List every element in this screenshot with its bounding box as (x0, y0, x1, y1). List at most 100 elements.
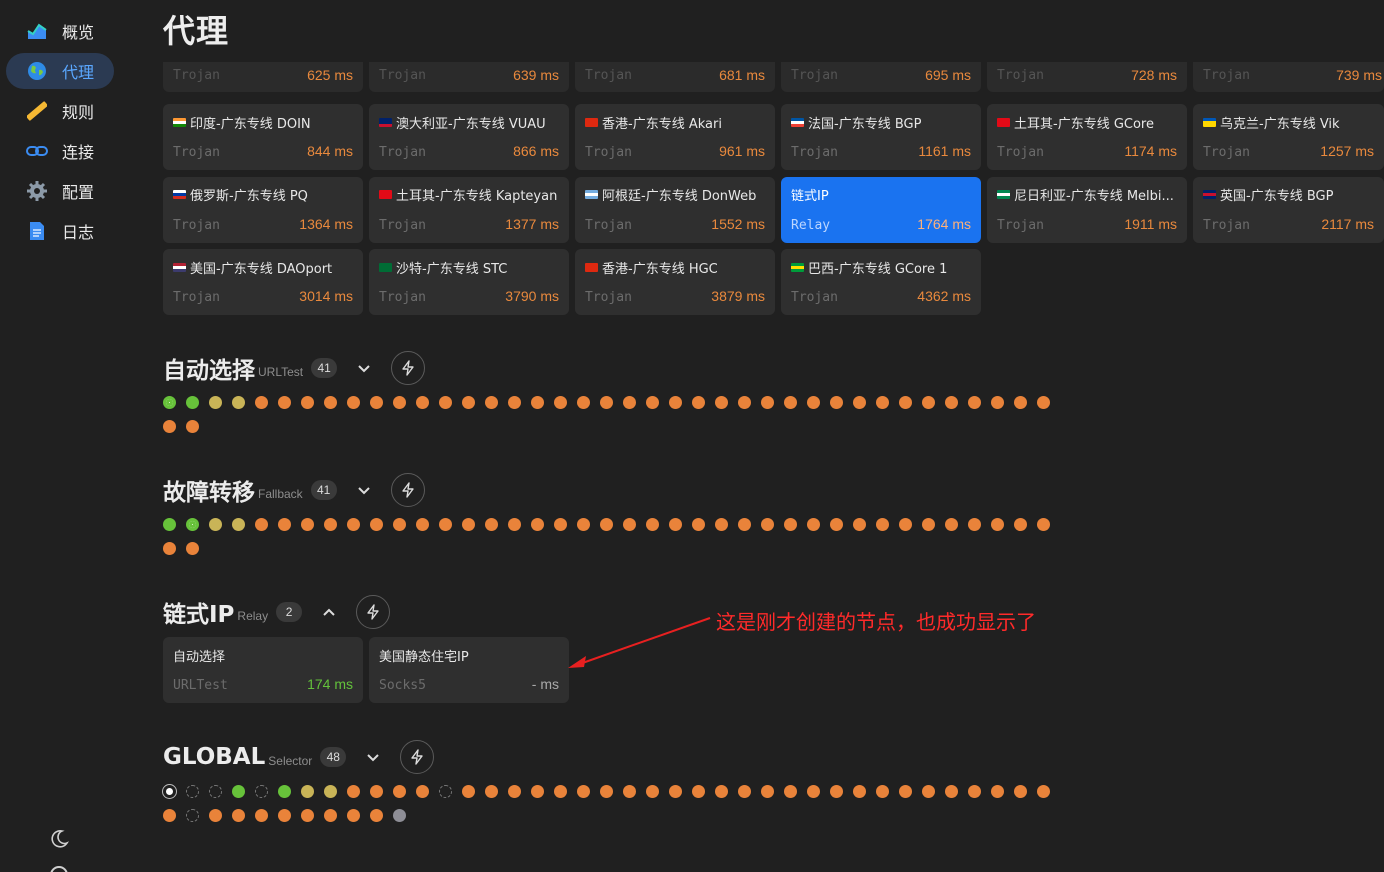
node-dot[interactable] (669, 396, 682, 409)
node-dot[interactable] (1014, 396, 1027, 409)
node-dot[interactable] (301, 396, 314, 409)
node-dot[interactable] (715, 785, 728, 798)
node-dot[interactable] (531, 518, 544, 531)
node-dot[interactable] (186, 518, 199, 531)
node-dot[interactable] (554, 396, 567, 409)
node-dot[interactable] (531, 785, 544, 798)
node-dot[interactable] (646, 785, 659, 798)
proxy-card[interactable]: 香港-广东专线 Akari Trojan 961 ms (575, 104, 775, 170)
sidebar-item-overview[interactable]: 概览 (6, 13, 114, 49)
node-dot[interactable] (439, 785, 452, 798)
node-dot[interactable] (508, 518, 521, 531)
node-dot[interactable] (416, 518, 429, 531)
node-dot[interactable] (462, 518, 475, 531)
proxy-card-partial[interactable]: Trojan 625 ms (163, 62, 363, 92)
node-dot[interactable] (209, 809, 222, 822)
proxy-card[interactable]: 巴西-广东专线 GCore 1 Trojan 4362 ms (781, 249, 981, 315)
proxy-card-partial[interactable]: Trojan 639 ms (369, 62, 569, 92)
node-dot[interactable] (209, 396, 222, 409)
node-dot[interactable] (853, 785, 866, 798)
node-dot[interactable] (945, 396, 958, 409)
node-dot[interactable] (255, 518, 268, 531)
proxy-card[interactable]: 土耳其-广东专线 GCore Trojan 1174 ms (987, 104, 1187, 170)
node-dot[interactable] (853, 396, 866, 409)
node-dot[interactable] (922, 785, 935, 798)
node-dot[interactable] (692, 785, 705, 798)
node-dot[interactable] (278, 785, 291, 798)
node-dot[interactable] (324, 518, 337, 531)
node-dot[interactable] (347, 518, 360, 531)
chevron-up-icon[interactable] (316, 599, 342, 625)
node-dot[interactable] (577, 396, 590, 409)
node-dot[interactable] (623, 785, 636, 798)
node-dot[interactable] (163, 420, 176, 433)
node-dot[interactable] (163, 518, 176, 531)
node-dot[interactable] (853, 518, 866, 531)
proxy-card[interactable]: 沙特-广东专线 STC Trojan 3790 ms (369, 249, 569, 315)
node-dot[interactable] (347, 396, 360, 409)
node-dot[interactable] (646, 518, 659, 531)
node-dot[interactable] (370, 396, 383, 409)
node-dot[interactable] (600, 785, 613, 798)
moon-icon[interactable] (48, 828, 70, 850)
node-dot[interactable] (784, 785, 797, 798)
node-dot[interactable] (163, 542, 176, 555)
sidebar-item-connections[interactable]: 连接 (6, 133, 114, 169)
node-dot[interactable] (600, 518, 613, 531)
node-dot[interactable] (255, 785, 268, 798)
node-dot[interactable] (1037, 785, 1050, 798)
node-dot[interactable] (439, 396, 452, 409)
proxy-card-partial[interactable]: Trojan 728 ms (987, 62, 1187, 92)
node-dot[interactable] (255, 809, 268, 822)
proxy-card[interactable]: 澳大利亚-广东专线 VUAU Trojan 866 ms (369, 104, 569, 170)
chevron-down-icon[interactable] (351, 355, 377, 381)
node-dot[interactable] (991, 518, 1004, 531)
node-dot[interactable] (738, 518, 751, 531)
node-dot[interactable] (1014, 785, 1027, 798)
node-dot[interactable] (393, 785, 406, 798)
node-dot[interactable] (899, 785, 912, 798)
node-dot[interactable] (485, 785, 498, 798)
node-dot[interactable] (761, 518, 774, 531)
sidebar-item-proxies[interactable]: 代理 (6, 53, 114, 89)
node-dot[interactable] (209, 785, 222, 798)
node-dot[interactable] (186, 542, 199, 555)
node-dot[interactable] (830, 396, 843, 409)
node-dot[interactable] (830, 785, 843, 798)
node-dot[interactable] (945, 785, 958, 798)
node-dot[interactable] (393, 809, 406, 822)
node-dot[interactable] (876, 518, 889, 531)
latency-test-button[interactable] (391, 351, 426, 385)
node-dot[interactable] (163, 809, 176, 822)
latency-test-button[interactable] (400, 740, 435, 774)
proxy-card[interactable]: 阿根廷-广东专线 DonWeb Trojan 1552 ms (575, 176, 775, 243)
settings-icon[interactable] (50, 866, 68, 872)
proxy-card[interactable]: 链式IP Relay 1764 ms (781, 176, 981, 243)
node-dot[interactable] (324, 396, 337, 409)
node-dot[interactable] (439, 518, 452, 531)
proxy-card-partial[interactable]: Trojan 695 ms (781, 62, 981, 92)
node-dot[interactable] (163, 396, 176, 409)
node-dot[interactable] (623, 396, 636, 409)
proxy-card[interactable]: 美国-广东专线 DAOport Trojan 3014 ms (163, 249, 363, 315)
sidebar-item-rules[interactable]: 规则 (6, 93, 114, 129)
node-dot[interactable] (945, 518, 958, 531)
node-dot[interactable] (876, 785, 889, 798)
proxy-card[interactable]: 尼日利亚-广东专线 Melbi... Trojan 1911 ms (987, 176, 1187, 243)
proxy-card[interactable]: 法国-广东专线 BGP Trojan 1161 ms (781, 104, 981, 170)
node-dot[interactable] (232, 518, 245, 531)
relay-card-urltest[interactable]: 自动选择 URLTest 174 ms (163, 637, 363, 703)
proxy-card[interactable]: 乌克兰-广东专线 Vik Trojan 1257 ms (1193, 104, 1384, 170)
node-dot[interactable] (416, 785, 429, 798)
node-dot[interactable] (370, 809, 383, 822)
chevron-down-icon[interactable] (360, 744, 386, 770)
node-dot[interactable] (508, 396, 521, 409)
latency-test-button[interactable] (390, 473, 425, 507)
node-dot[interactable] (462, 396, 475, 409)
node-dot[interactable] (669, 785, 682, 798)
node-dot[interactable] (278, 809, 291, 822)
node-dot[interactable] (232, 809, 245, 822)
proxy-card[interactable]: 土耳其-广东专线 Kapteyan Trojan 1377 ms (369, 176, 569, 243)
node-dot[interactable] (738, 396, 751, 409)
node-dot[interactable] (577, 785, 590, 798)
